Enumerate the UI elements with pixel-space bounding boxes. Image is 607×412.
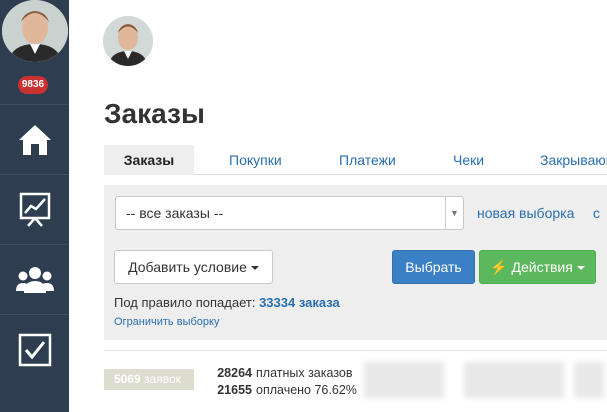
- choose-button[interactable]: Выбрать: [392, 250, 475, 284]
- page-title: Заказы: [104, 98, 205, 129]
- chart-icon: [19, 192, 50, 227]
- paid-orders-label: платных заказов: [256, 366, 353, 380]
- tab-receipts[interactable]: Чеки: [453, 145, 484, 175]
- select-value: -- все заказы --: [126, 205, 224, 221]
- count-number: 5069: [114, 372, 141, 386]
- user-avatar[interactable]: [2, 0, 68, 62]
- truncated-link[interactable]: с: [593, 205, 607, 221]
- notification-badge[interactable]: 9836: [18, 76, 48, 94]
- paid-number: 21655: [217, 383, 252, 397]
- limit-selection-link[interactable]: Ограничить выборку: [114, 316, 219, 328]
- home-icon: [18, 124, 51, 155]
- orders-filter-select[interactable]: -- все заказы -- ▼: [115, 196, 464, 230]
- count-badge: 5069 заявок: [104, 369, 194, 390]
- sidebar: 9836: [0, 0, 69, 412]
- new-selection-link[interactable]: новая выборка: [477, 205, 574, 221]
- tab-orders[interactable]: Заказы: [104, 145, 194, 175]
- profile-avatar[interactable]: [103, 16, 153, 66]
- paid-orders-row: 28264 платных заказов: [214, 365, 357, 382]
- tab-payments[interactable]: Платежи: [339, 145, 396, 175]
- add-condition-button[interactable]: Добавить условие: [114, 250, 273, 284]
- sidebar-item-stats[interactable]: [0, 174, 69, 244]
- sidebar-item-tasks[interactable]: [0, 314, 69, 384]
- add-condition-label: Добавить условие: [128, 259, 247, 275]
- sidebar-item-users[interactable]: [0, 244, 69, 314]
- sidebar-item-home[interactable]: [0, 104, 69, 174]
- actions-button[interactable]: ⚡ Действия: [479, 250, 596, 284]
- caret-down-icon: [250, 266, 259, 271]
- paid-row: 21655 оплачено 76.62%: [214, 382, 357, 399]
- chevron-down-icon[interactable]: ▼: [445, 197, 463, 229]
- actions-label: Действия: [511, 259, 573, 275]
- divider: [104, 350, 607, 351]
- caret-down-icon: [576, 266, 585, 271]
- order-stats: 28264 платных заказов 21655 оплачено 76.62…: [214, 365, 357, 399]
- bolt-icon: ⚡: [490, 259, 508, 275]
- tab-closing[interactable]: Закрывающие: [540, 145, 607, 175]
- filter-panel: -- все заказы -- ▼ новая выборка с Добав…: [104, 185, 607, 340]
- paid-orders-number: 28264: [217, 366, 252, 380]
- checkbox-icon: [18, 333, 51, 366]
- paid-label: оплачено 76.62%: [256, 383, 357, 397]
- users-icon: [15, 266, 54, 293]
- rule-count: 33334 заказа: [259, 295, 340, 310]
- blurred-content: [464, 362, 564, 398]
- count-label: заявок: [144, 372, 181, 386]
- tab-bar: Заказы Покупки Платежи Чеки Закрывающие: [104, 145, 607, 175]
- tab-purchases[interactable]: Покупки: [229, 145, 282, 175]
- main-content: Заказы Заказы Покупки Платежи Чеки Закры…: [69, 0, 607, 412]
- blurred-content: [364, 362, 444, 398]
- rule-prefix: Под правило попадает:: [114, 295, 256, 310]
- rule-summary: Под правило попадает: 33334 заказа: [114, 295, 340, 310]
- blurred-content: [574, 362, 604, 398]
